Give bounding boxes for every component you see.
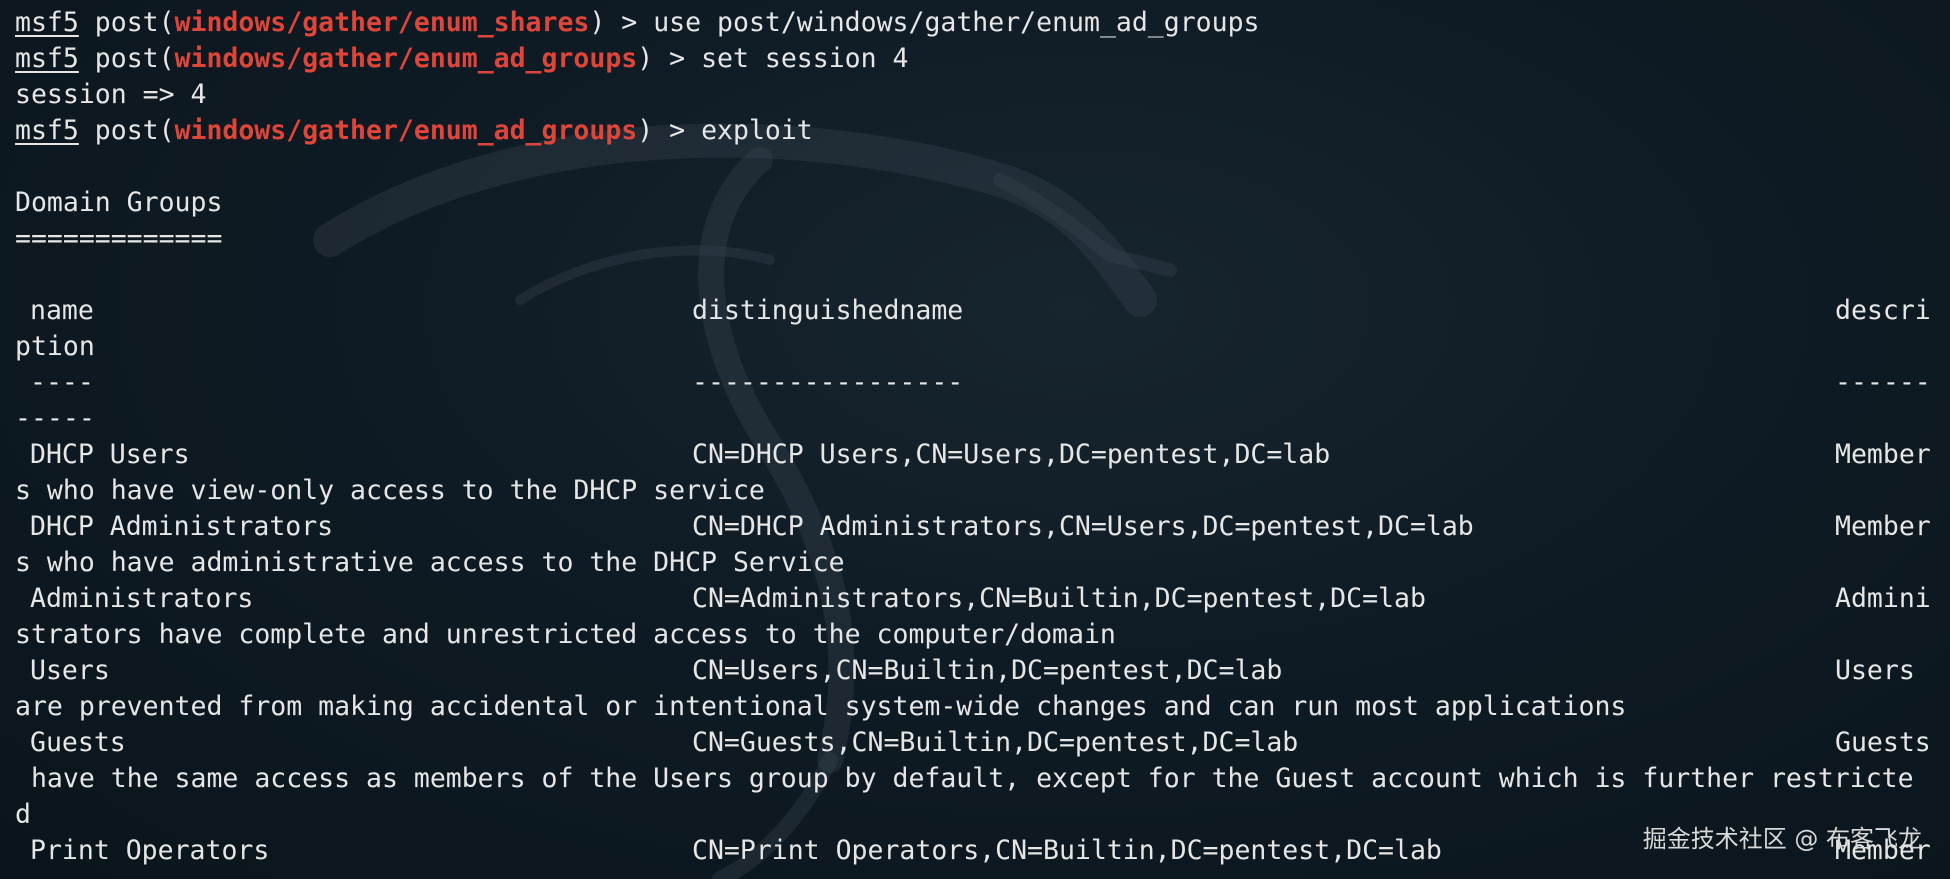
section-title: Domain Groups — [15, 187, 223, 218]
separator-dn: ----------------- — [692, 367, 964, 398]
group-desc: Admini — [1835, 583, 1931, 614]
header-desc: descri — [1835, 295, 1931, 326]
group-desc-wrap: have the same access as members of the U… — [15, 763, 1914, 794]
separator-name: ---- — [30, 367, 94, 398]
output-line: session => 4 — [15, 79, 207, 110]
module-name: windows/gather/enum_ad_groups — [174, 115, 638, 146]
prompt-post: post( — [78, 7, 175, 38]
section-underline: ============= — [15, 223, 223, 254]
group-name: DHCP Users — [30, 439, 190, 470]
group-name: Administrators — [30, 583, 254, 614]
prompt-post: post( — [78, 115, 175, 146]
prompt-label: msf5 — [15, 43, 79, 74]
command-text: exploit — [701, 115, 813, 146]
module-name: windows/gather/enum_ad_groups — [174, 43, 638, 74]
prompt-close: ) > — [637, 115, 702, 146]
prompt-close: ) > — [589, 7, 654, 38]
table-row: DHCP Users CN=DHCP Users,CN=Users,DC=pen… — [15, 437, 1950, 473]
group-desc-wrap: s who have administrative access to the … — [15, 547, 845, 578]
table-header: name distinguishedname descri — [15, 293, 1950, 329]
command-text: set session 4 — [701, 43, 909, 74]
table-row: Users CN=Users,CN=Builtin,DC=pentest,DC=… — [15, 653, 1950, 689]
command-line: msf5 post(windows/gather/enum_ad_groups)… — [15, 41, 1950, 77]
table-row: Guests CN=Guests,CN=Builtin,DC=pentest,D… — [15, 725, 1950, 761]
command-line: msf5 post(windows/gather/enum_ad_groups)… — [15, 113, 1950, 149]
group-dn: CN=DHCP Users,CN=Users,DC=pentest,DC=lab — [692, 439, 1331, 470]
header-name: name — [30, 295, 94, 326]
command-line: msf5 post(windows/gather/enum_shares) > … — [15, 5, 1950, 41]
group-name: Guests — [30, 727, 126, 758]
group-desc: Users — [1835, 655, 1915, 686]
group-dn: CN=DHCP Administrators,CN=Users,DC=pente… — [692, 511, 1474, 542]
group-dn: CN=Guests,CN=Builtin,DC=pentest,DC=lab — [692, 727, 1299, 758]
group-dn: CN=Administrators,CN=Builtin,DC=pentest,… — [692, 583, 1426, 614]
prompt-close: ) > — [637, 43, 702, 74]
group-desc: Guests — [1835, 727, 1931, 758]
table-row: Administrators CN=Administrators,CN=Buil… — [15, 581, 1950, 617]
group-desc-wrap: s who have view-only access to the DHCP … — [15, 475, 765, 506]
group-desc: Member — [1835, 511, 1931, 542]
group-desc: Member — [1835, 439, 1931, 470]
prompt-post: post( — [78, 43, 175, 74]
module-name: windows/gather/enum_shares — [174, 7, 590, 38]
prompt-label: msf5 — [15, 7, 79, 38]
group-desc-wrap: strators have complete and unrestricted … — [15, 619, 1116, 650]
group-dn: CN=Print Operators,CN=Builtin,DC=pentest… — [692, 835, 1442, 866]
terminal-output: msf5 post(windows/gather/enum_shares) > … — [15, 5, 1950, 869]
prompt-label: msf5 — [15, 115, 79, 146]
table-separator: ---- ----------------- ------ — [15, 365, 1950, 401]
watermark-text: 掘金技术社区 @ 布客飞龙 — [1642, 825, 1922, 853]
group-dn: CN=Users,CN=Builtin,DC=pentest,DC=lab — [692, 655, 1283, 686]
group-desc-wrap: are prevented from making accidental or … — [15, 691, 1627, 722]
terminal-window[interactable]: msf5 post(windows/gather/enum_shares) > … — [0, 0, 1950, 879]
header-dn: distinguishedname — [692, 295, 964, 326]
group-name: Users — [30, 655, 110, 686]
group-name: Print Operators — [30, 835, 270, 866]
table-row: DHCP Administrators CN=DHCP Administrato… — [15, 509, 1950, 545]
header-desc-wrap: ption — [15, 331, 95, 362]
separator-desc: ------ — [1835, 367, 1931, 398]
command-text: use post/windows/gather/enum_ad_groups — [653, 7, 1260, 38]
group-name: DHCP Administrators — [30, 511, 334, 542]
separator-desc-wrap: ----- — [15, 403, 95, 434]
